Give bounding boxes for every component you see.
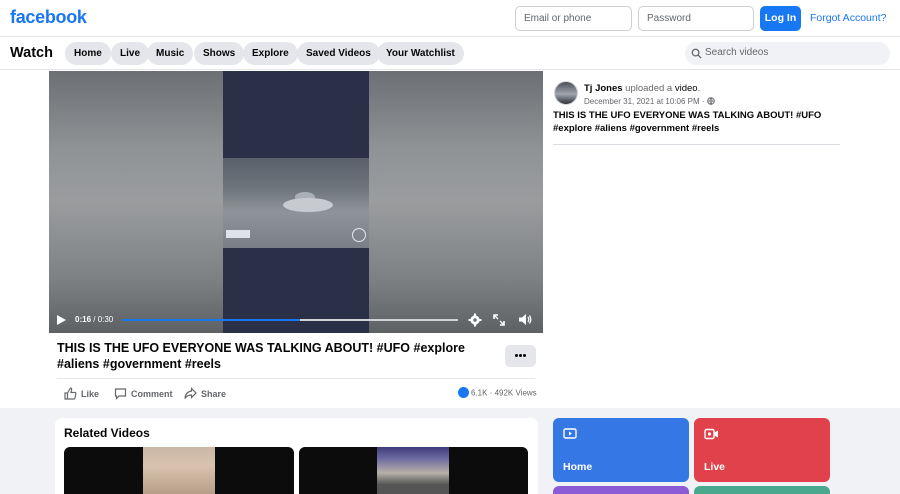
post-description: THIS IS THE UFO EVERYONE WAS TALKING ABO… bbox=[553, 110, 822, 134]
tab-home[interactable]: Home bbox=[65, 42, 111, 65]
tile-partial[interactable] bbox=[694, 486, 830, 494]
password-field[interactable] bbox=[638, 6, 754, 31]
thumbnail-image bbox=[143, 447, 215, 494]
video-controls: 0:16 / 0:30 bbox=[49, 307, 543, 333]
home-tile[interactable]: Home bbox=[553, 418, 689, 482]
video-title: THIS IS THE UFO EVERYONE WAS TALKING ABO… bbox=[57, 341, 465, 371]
divider bbox=[553, 144, 840, 145]
related-videos-title: Related Videos bbox=[64, 426, 150, 440]
more-options-button[interactable] bbox=[505, 345, 536, 367]
related-video-thumbnail[interactable] bbox=[299, 447, 528, 494]
divider bbox=[57, 378, 535, 379]
volume-icon[interactable] bbox=[518, 313, 532, 326]
ufo-body bbox=[283, 198, 333, 212]
like-button[interactable]: Like bbox=[64, 387, 104, 401]
share-button[interactable]: Share bbox=[184, 387, 229, 401]
timestamp-link[interactable]: December 31, 2021 at 10:06 PM bbox=[584, 97, 700, 106]
tab-shows[interactable]: Shows bbox=[194, 42, 245, 65]
thumbnail-image bbox=[377, 447, 449, 494]
watch-navigation-bar: Watch Home Live Music Shows Explore Save… bbox=[0, 37, 900, 70]
dot-icon bbox=[523, 354, 526, 357]
uploader-line: Tj Jones uploaded a video. bbox=[584, 83, 701, 94]
progress-bar[interactable] bbox=[122, 319, 458, 321]
time-display: 0:16 / 0:30 bbox=[75, 315, 114, 324]
tab-your-watchlist[interactable]: Your Watchlist bbox=[377, 42, 464, 65]
tab-live[interactable]: Live bbox=[111, 42, 150, 65]
video-frame bbox=[223, 158, 369, 248]
tile-label: Home bbox=[563, 461, 593, 473]
share-icon bbox=[184, 387, 197, 399]
video-stats: 6.1K · 492K Views bbox=[458, 387, 537, 399]
page-title: Watch bbox=[10, 45, 53, 61]
login-button[interactable]: Log In bbox=[760, 6, 801, 31]
search-videos-input[interactable]: Search videos bbox=[685, 42, 890, 65]
video-link[interactable]: video bbox=[675, 83, 698, 94]
view-count: 492K Views bbox=[494, 388, 537, 398]
comment-button[interactable]: Comment bbox=[114, 387, 174, 401]
forgot-account-link[interactable]: Forgot Account? bbox=[810, 12, 886, 24]
comment-icon bbox=[114, 388, 127, 400]
author-name[interactable]: Tj Jones bbox=[584, 83, 623, 94]
search-placeholder: Search videos bbox=[705, 47, 769, 58]
video-play-icon bbox=[563, 428, 577, 439]
video-player[interactable] bbox=[49, 71, 543, 333]
globe-icon bbox=[706, 97, 715, 106]
dot-icon bbox=[519, 354, 522, 357]
progress-fill bbox=[122, 319, 301, 321]
tab-explore[interactable]: Explore bbox=[243, 42, 298, 65]
fullscreen-icon[interactable] bbox=[493, 314, 505, 326]
tile-label: Live bbox=[704, 461, 726, 473]
reaction-count[interactable]: 6.1K bbox=[471, 389, 487, 398]
avatar[interactable] bbox=[554, 81, 578, 105]
email-field[interactable] bbox=[515, 6, 632, 31]
top-navigation-bar: facebook Log In Forgot Account? bbox=[0, 0, 900, 37]
live-video-icon bbox=[704, 428, 718, 440]
search-icon bbox=[691, 48, 702, 59]
tab-saved-videos[interactable]: Saved Videos bbox=[297, 42, 380, 65]
dot-icon bbox=[515, 354, 518, 357]
facebook-logo[interactable]: facebook bbox=[10, 7, 87, 28]
related-video-thumbnail[interactable] bbox=[64, 447, 294, 494]
watermark-icon bbox=[352, 228, 366, 242]
play-icon[interactable] bbox=[57, 315, 66, 325]
frame-label bbox=[226, 230, 250, 238]
live-tile[interactable]: Live bbox=[694, 418, 830, 482]
post-date: December 31, 2021 at 10:06 PM · bbox=[584, 97, 715, 106]
tile-partial[interactable] bbox=[553, 486, 689, 494]
settings-gear-icon[interactable] bbox=[468, 313, 482, 327]
thumbs-up-icon bbox=[64, 387, 77, 400]
like-reaction-icon bbox=[458, 387, 469, 398]
tab-music[interactable]: Music bbox=[147, 42, 194, 65]
